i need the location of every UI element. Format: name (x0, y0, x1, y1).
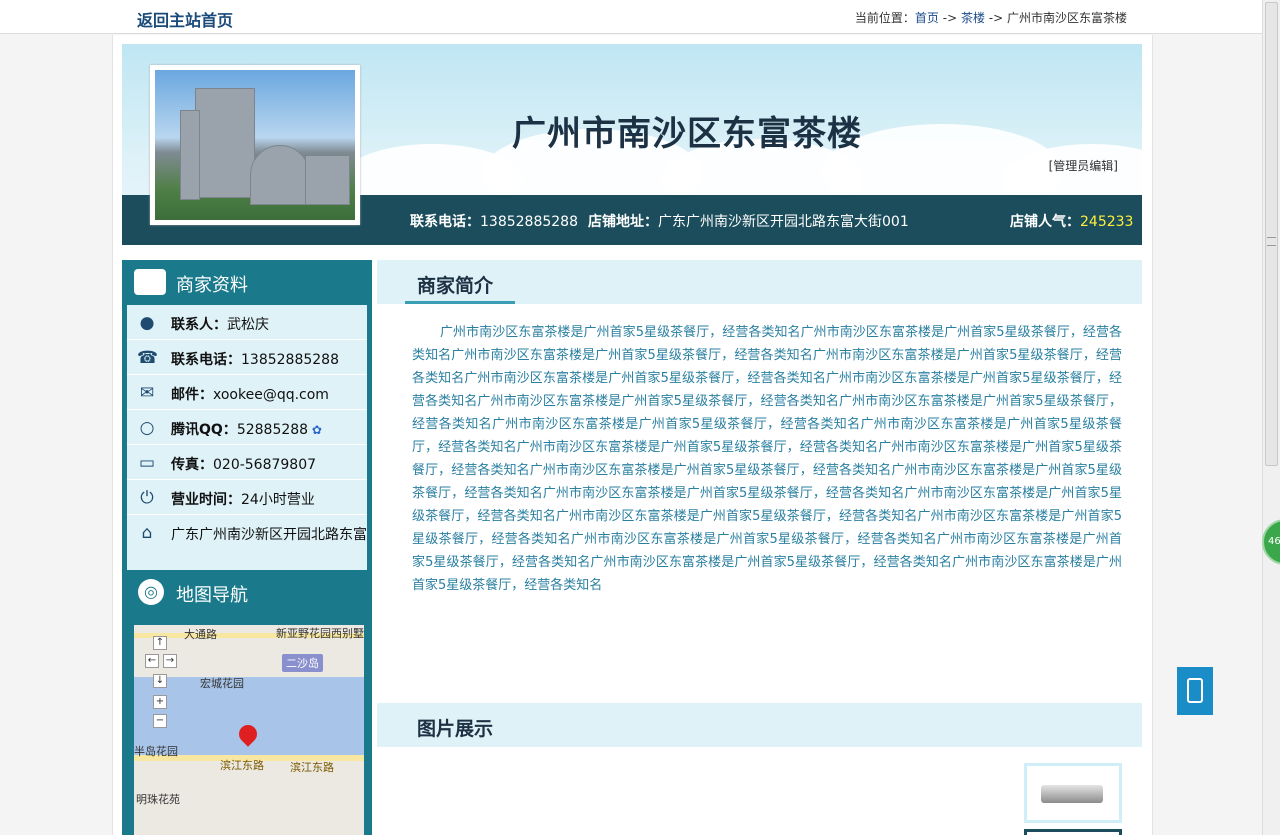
map-zoom-out-button[interactable]: − (153, 714, 167, 728)
address-info: 店铺地址：广东广州南沙新区开园北路东富大街001 (588, 211, 909, 231)
address-label: 店铺地址： (588, 214, 658, 230)
breadcrumb-separator: -> (938, 11, 961, 25)
map-pan-right-button[interactable]: → (163, 654, 177, 668)
phone-value: 13852885288 (480, 214, 578, 230)
building-shape (195, 88, 255, 198)
vertical-scrollbar[interactable] (1262, 0, 1280, 835)
building-shape (180, 110, 200, 200)
shop-title: 广州市南沙区东富茶楼 (512, 114, 862, 154)
address-value: 广东广州南沙新区开园北路东富大街001 (658, 214, 909, 230)
home-icon: ⌂ (141, 523, 153, 543)
popularity-label: 店铺人气： (1010, 214, 1080, 230)
map-label: 滨江东路 (220, 759, 264, 772)
phone-label: 联系电话： (171, 352, 241, 368)
map-label: 明珠花苑 (136, 793, 180, 806)
power-icon: ⏻ (140, 488, 154, 508)
building-shape (250, 145, 310, 205)
map-widget[interactable]: 大通路 新亚野花园西别墅 二沙岛 宏城花园 半岛花园 滨江东路 滨江东路 明珠花… (134, 625, 364, 835)
breadcrumb: 当前位置：首页 -> 茶楼 -> 广州市南沙区东富茶楼 (855, 9, 1127, 26)
phone-label: 联系电话： (410, 214, 480, 230)
map-label: 新亚野花园西别墅 (276, 627, 364, 640)
qq-value: 52885288 (236, 422, 309, 438)
phone-value: 13852885288 (241, 352, 339, 368)
hours-value: 24小时营业 (241, 492, 315, 508)
gallery-thumbnail[interactable] (1024, 763, 1122, 823)
phone-info: 联系电话：13852885288 (410, 211, 578, 231)
gallery-heading: 图片展示 (417, 718, 494, 740)
map-label: 宏城花园 (200, 677, 244, 690)
breadcrumb-prefix: 当前位置： (854, 11, 915, 25)
map-label: 二沙岛 (282, 654, 323, 672)
map-pan-down-button[interactable]: ↓ (153, 674, 167, 688)
merchant-info-header: 商家资料 (122, 260, 372, 304)
map-zoom-in-button[interactable]: + (153, 695, 167, 709)
breadcrumb-current: 广州市南沙区东富茶楼 (1006, 11, 1127, 25)
gallery-thumbnail[interactable] (1024, 829, 1122, 835)
mobile-view-button[interactable] (1177, 667, 1213, 715)
monitor-icon: ▭ (138, 453, 156, 473)
search-icon: ○ (139, 418, 155, 438)
camera-image (1041, 785, 1103, 803)
fax-value: 020-56879807 (213, 457, 317, 473)
list-item: ☎ 联系电话：13852885288 (127, 340, 367, 375)
list-item: ✉ 邮件：xookee@qq.com (127, 375, 367, 410)
breadcrumb-home-link[interactable]: 首页 (915, 11, 939, 25)
email-value[interactable]: xookee@qq.com (213, 387, 329, 403)
map-nav-heading: 地图导航 (176, 585, 248, 606)
address-value: 广东广州南沙新区开园北路东富 (171, 527, 367, 543)
phone-icon: ☎ (137, 348, 159, 368)
intro-section-header: 商家简介 (377, 260, 1142, 304)
map-label: 半岛花园 (134, 745, 178, 758)
top-bar: 返回主站首页 当前位置：首页 -> 茶楼 -> 广州市南沙区东富茶楼 (0, 0, 1262, 34)
merchant-info-heading: 商家资料 (176, 275, 248, 296)
breadcrumb-category-link[interactable]: 茶楼 (961, 11, 985, 25)
breadcrumb-separator: -> (984, 11, 1007, 25)
email-label: 邮件： (171, 387, 213, 403)
list-item: ⌂ 广东广州南沙新区开园北路东富 (127, 515, 367, 550)
gallery-section-header: 图片展示 (377, 703, 1142, 747)
fax-label: 传真： (171, 457, 213, 473)
qq-label: 腾讯QQ： (171, 422, 237, 438)
qq-chat-icon[interactable]: ✿ (308, 423, 322, 437)
mobile-phone-icon (1187, 678, 1203, 703)
contact-value: 武松庆 (227, 317, 269, 333)
intro-text: 广州市南沙区东富茶楼是广州首家5星级茶餐厅，经营各类知名广州市南沙区东富茶楼是广… (412, 325, 1122, 593)
person-icon: ● (139, 313, 155, 333)
contact-card-icon (134, 269, 166, 295)
merchant-info-list: ● 联系人：武松庆 ☎ 联系电话：13852885288 ✉ 邮件：xookee… (127, 305, 367, 570)
scrollbar-grip-icon (1267, 237, 1276, 246)
list-item: ○ 腾讯QQ：52885288 ✿ (127, 410, 367, 445)
admin-edit-link[interactable]: [管理员编辑] (1049, 157, 1118, 174)
back-to-main-site-link[interactable]: 返回主站首页 (137, 7, 233, 31)
list-item: ● 联系人：武松庆 (127, 305, 367, 340)
shop-building-image (155, 70, 355, 220)
map-label: 滨江东路 (290, 761, 334, 774)
map-label: 大通路 (184, 628, 217, 641)
shop-photo[interactable] (150, 65, 360, 225)
popularity-value: 245233 (1080, 214, 1134, 230)
map-nav-header: ◎ 地图导航 (122, 570, 372, 614)
intro-heading: 商家简介 (417, 275, 494, 297)
hours-label: 营业时间： (171, 492, 241, 508)
scrollbar-thumb[interactable] (1265, 2, 1278, 466)
building-shape (305, 155, 350, 205)
compass-icon: ◎ (138, 579, 164, 605)
map-pan-left-button[interactable]: ← (145, 654, 159, 668)
list-item: ⏻ 营业时间：24小时营业 (127, 480, 367, 515)
mail-icon: ✉ (139, 383, 155, 403)
map-pan-up-button[interactable]: ↑ (153, 636, 167, 650)
contact-label: 联系人： (171, 317, 227, 333)
heading-underline (405, 301, 515, 304)
popularity-info: 店铺人气：245233 (1010, 211, 1133, 231)
list-item: ▭ 传真：020-56879807 (127, 445, 367, 480)
